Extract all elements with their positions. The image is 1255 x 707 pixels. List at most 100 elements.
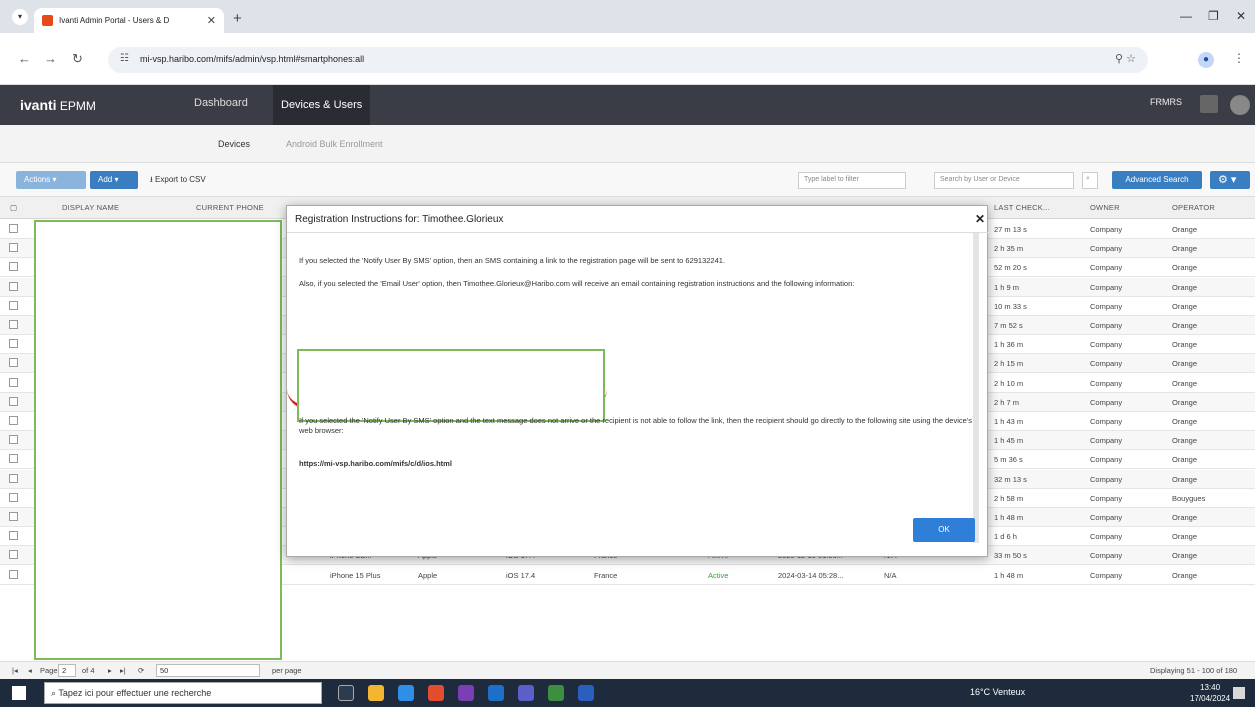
search-icon[interactable]: ⌕	[1082, 172, 1098, 189]
col-display-name[interactable]: DISPLAY NAME	[62, 203, 119, 212]
next-page-icon[interactable]: ▸	[108, 666, 112, 675]
export-csv-button[interactable]: ⭳ Export to CSV	[142, 171, 214, 189]
search-input[interactable]: Search by User or Device	[934, 172, 1074, 189]
user-name[interactable]: FRMRS	[1150, 97, 1182, 107]
bookmark-star-icon[interactable]: ⚲ ☆	[1115, 52, 1136, 65]
tab-android-bulk-enrollment[interactable]: Android Bulk Enrollment	[286, 139, 383, 149]
close-icon[interactable]: ✕	[975, 212, 985, 226]
chrome-icon[interactable]	[428, 685, 444, 701]
owner-cell: Company	[1090, 551, 1123, 561]
operator-cell: Orange	[1172, 282, 1198, 292]
row-checkbox[interactable]	[9, 454, 18, 464]
browser-menu-icon[interactable]: ⋮	[1233, 51, 1245, 65]
col-last-check[interactable]: LAST CHECK...	[994, 203, 1050, 212]
maximize-button[interactable]: ❐	[1208, 9, 1219, 23]
new-tab-button[interactable]: +	[233, 10, 242, 27]
operator-cell: Orange	[1172, 321, 1198, 330]
teams-icon[interactable]	[518, 685, 534, 701]
owner-cell: Company	[1090, 474, 1123, 484]
col-owner[interactable]: OWNER	[1090, 203, 1120, 212]
file-explorer-icon[interactable]	[368, 685, 384, 701]
row-checkbox[interactable]	[9, 531, 18, 541]
tab-close-icon[interactable]: ✕	[207, 14, 216, 27]
last-check-cell: 1 h 48 m	[994, 570, 1024, 580]
first-page-icon[interactable]: |◂	[12, 666, 18, 675]
url-field[interactable]: ☷ mi-vsp.haribo.com/mifs/admin/vsp.html#…	[108, 47, 1148, 73]
browser-tab[interactable]: Ivanti Admin Portal - Users & D ✕	[34, 8, 224, 33]
per-page-select[interactable]: 50	[156, 664, 260, 677]
onenote-icon[interactable]	[458, 685, 474, 701]
owner-cell: Company	[1090, 532, 1123, 542]
operator-cell: Orange	[1172, 513, 1198, 522]
na-cell: N/A	[884, 570, 897, 580]
site-info-icon[interactable]: ☷	[120, 53, 129, 64]
refresh-icon[interactable]: ⟳	[138, 666, 144, 675]
weather-widget[interactable]: 16°C Venteux	[970, 687, 1025, 697]
owner-cell: Company	[1090, 493, 1123, 503]
taskbar-search-field[interactable]: ⌕ Tapez ici pour effectuer une recherche	[44, 682, 322, 704]
edge-icon[interactable]	[398, 685, 414, 701]
ok-button[interactable]: OK	[913, 518, 975, 542]
profile-avatar-icon[interactable]: ●	[1198, 52, 1214, 68]
operator-cell: Orange	[1172, 455, 1198, 465]
row-checkbox[interactable]	[9, 512, 18, 521]
row-checkbox[interactable]	[9, 416, 18, 425]
advanced-search-button[interactable]: Advanced Search	[1112, 171, 1202, 189]
last-check-cell: 52 m 20 s	[994, 263, 1027, 273]
last-check-cell: 33 m 50 s	[994, 551, 1027, 561]
operator-cell: Orange	[1172, 225, 1198, 234]
add-button[interactable]: Add ▾	[90, 171, 138, 189]
task-view-icon[interactable]	[338, 685, 354, 701]
model-cell[interactable]: iPhone 15 Plus	[330, 571, 380, 580]
actions-button[interactable]: Actions ▾	[16, 171, 86, 189]
row-checkbox[interactable]	[9, 224, 18, 233]
row-checkbox[interactable]	[9, 377, 18, 387]
user-menu-button[interactable]	[1200, 95, 1218, 113]
settings-gear-icon[interactable]: ⚙ ▾	[1210, 171, 1250, 189]
row-checkbox[interactable]	[9, 396, 18, 406]
page-input[interactable]: 2	[58, 664, 76, 677]
row-checkbox[interactable]	[9, 262, 18, 272]
row-checkbox[interactable]	[9, 473, 18, 483]
reload-icon[interactable]: ↻	[72, 51, 83, 67]
prev-page-icon[interactable]: ◂	[28, 666, 32, 675]
windows-start-icon[interactable]	[12, 686, 26, 700]
row-checkbox[interactable]	[9, 358, 18, 368]
select-all-checkbox[interactable]: ▢	[10, 203, 17, 212]
last-page-icon[interactable]: ▸|	[120, 666, 126, 675]
nav-devices-users[interactable]: Devices & Users	[273, 85, 371, 125]
row-checkbox[interactable]	[9, 492, 18, 502]
operator-cell: Orange	[1172, 436, 1198, 446]
label-filter-select[interactable]: Type label to filter	[798, 172, 906, 189]
owner-cell: Company	[1090, 301, 1123, 311]
row-checkbox[interactable]	[9, 320, 18, 329]
col-current-phone[interactable]: CURRENT PHONE	[196, 203, 264, 212]
page-label: Page	[40, 666, 58, 675]
back-icon[interactable]: ←	[18, 51, 31, 66]
address-bar-area: ← → ↻ ☷ mi-vsp.haribo.com/mifs/admin/vsp…	[0, 33, 1255, 85]
row-checkbox[interactable]	[9, 339, 18, 349]
operator-cell: Orange	[1172, 551, 1198, 561]
tab-list-button[interactable]: ▾	[12, 9, 28, 25]
row-checkbox[interactable]	[9, 435, 18, 445]
app-icon[interactable]	[548, 685, 564, 701]
row-checkbox[interactable]	[9, 281, 18, 291]
avatar[interactable]	[1230, 95, 1250, 115]
close-window-button[interactable]: ✕	[1236, 9, 1246, 23]
row-checkbox[interactable]	[9, 550, 18, 560]
sub-navigation: Devices Android Bulk Enrollment	[0, 125, 1255, 163]
word-icon[interactable]	[578, 685, 594, 701]
row-checkbox[interactable]	[9, 569, 18, 579]
forward-icon[interactable]: →	[44, 51, 57, 66]
last-check-cell: 32 m 13 s	[994, 474, 1027, 484]
row-checkbox[interactable]	[9, 300, 18, 310]
outlook-icon[interactable]	[488, 685, 504, 701]
minimize-button[interactable]: —	[1180, 9, 1192, 23]
row-checkbox[interactable]	[9, 243, 18, 253]
tab-devices[interactable]: Devices	[218, 139, 250, 149]
col-operator[interactable]: OPERATOR	[1172, 203, 1215, 212]
notification-icon[interactable]	[1233, 687, 1245, 699]
clock[interactable]: 13:40 17/04/2024	[1190, 682, 1230, 704]
nav-dashboard[interactable]: Dashboard	[194, 97, 248, 109]
registration-url[interactable]: https://mi-vsp.haribo.com/mifs/c/d/ios.h…	[299, 459, 974, 469]
